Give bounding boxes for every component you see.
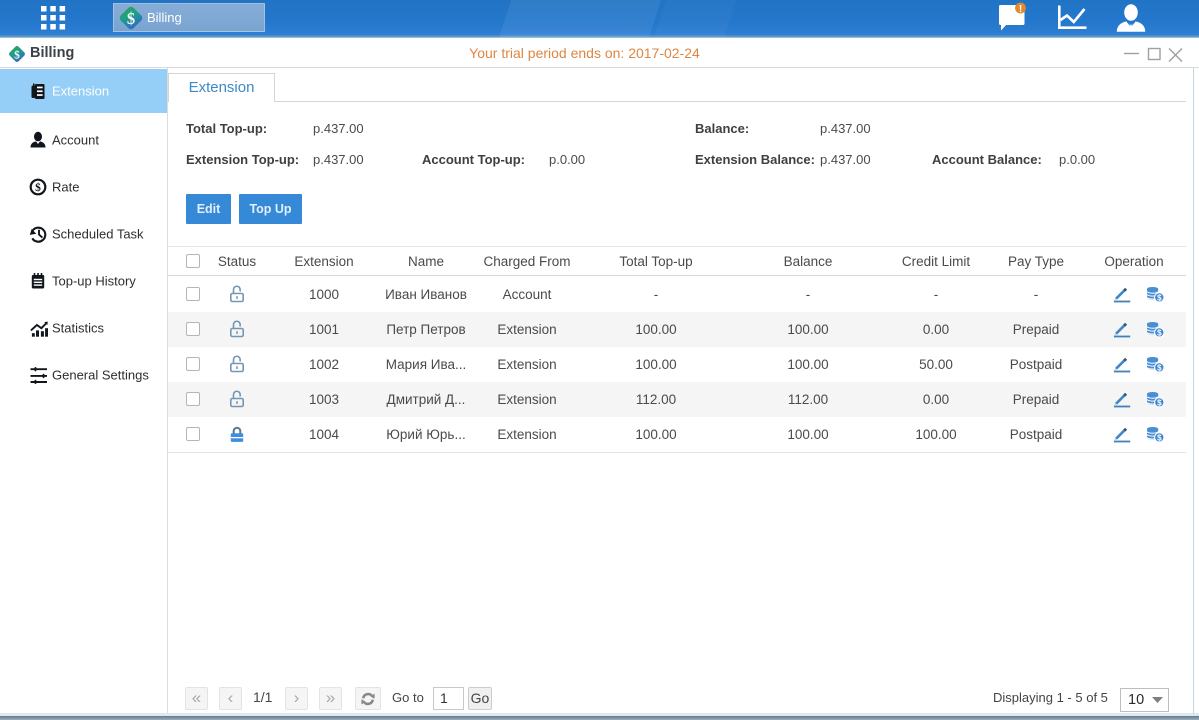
svg-text:$: $ — [127, 9, 135, 28]
svg-text:$: $ — [1157, 433, 1162, 442]
svg-text:$: $ — [1157, 293, 1162, 302]
svg-text:!: ! — [1019, 4, 1022, 15]
svg-text:$: $ — [1157, 363, 1162, 372]
svg-text:$: $ — [1157, 328, 1162, 337]
svg-text:$: $ — [35, 181, 41, 194]
svg-text:$: $ — [1157, 398, 1162, 407]
